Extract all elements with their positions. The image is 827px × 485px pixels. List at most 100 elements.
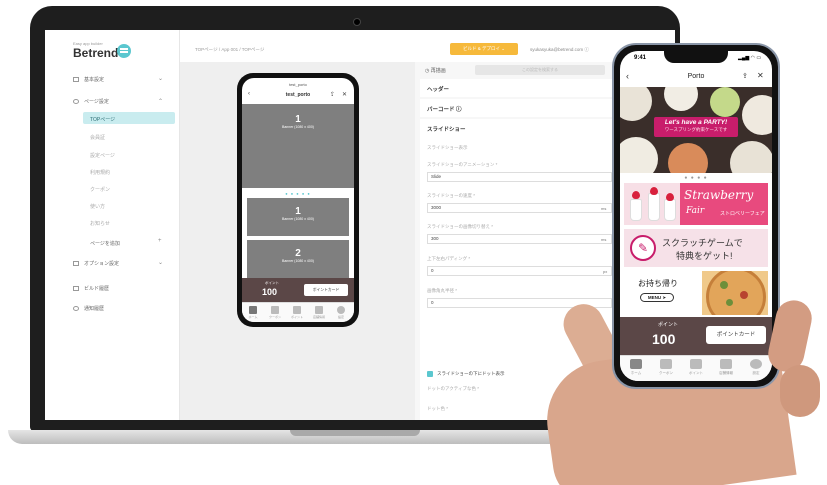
close-icon[interactable]: ✕ xyxy=(342,91,347,98)
search-input[interactable]: この設定を検索する xyxy=(475,65,605,75)
radius-label: 画像角丸半径 * xyxy=(427,288,458,293)
padding-input[interactable]: 0 xyxy=(427,266,612,276)
sidebar-item-notify-history[interactable]: 通知履歴 xyxy=(73,305,104,312)
chevron-down-icon[interactable]: ⌄ xyxy=(158,75,163,82)
header-card[interactable] xyxy=(420,79,620,97)
sidebar-sub-member-card[interactable]: 会員証 xyxy=(90,134,105,141)
tab-point[interactable]: ポイント xyxy=(682,359,710,376)
sidebar-sub-settings-page[interactable]: 設定ページ xyxy=(90,152,115,159)
store-icon xyxy=(720,359,732,369)
share-icon[interactable]: ⇪ xyxy=(742,72,748,80)
tab-point[interactable]: ポイント xyxy=(288,306,306,319)
slideshow-visible-label: スライドショー表示 xyxy=(427,145,468,150)
mini-phone-preview: test_porto ‹ test_porto ⇪ ✕ 1 Banner (108… xyxy=(237,73,359,327)
scratch-line-2: 特典をゲット! xyxy=(676,251,733,261)
coupon-icon xyxy=(271,306,279,314)
status-icons: ▂▄▆ ◠ ▭ xyxy=(738,55,762,61)
header-section-title[interactable]: ヘッダー xyxy=(427,85,449,93)
fair-title: Fair xyxy=(686,206,705,216)
menu-button[interactable]: MENU ➤ xyxy=(640,293,674,302)
interval-input[interactable]: 300 xyxy=(427,234,612,244)
notify-icon xyxy=(73,306,79,312)
sidebar-sub-terms[interactable]: 利用規約 xyxy=(90,169,110,176)
topping xyxy=(726,299,733,306)
slideshow-section-title: スライドショー xyxy=(427,127,466,133)
tab-home[interactable]: ホーム xyxy=(244,306,262,319)
sidebar-sub-news[interactable]: お知らせ xyxy=(90,220,110,227)
hand-finger xyxy=(780,365,820,417)
coupon-icon xyxy=(660,359,672,369)
logo[interactable]: Betrend xyxy=(73,46,118,60)
tab-store[interactable]: 店舗情報 xyxy=(310,306,328,319)
breadcrumb[interactable]: TOPページ / App 001 / TOPページ xyxy=(195,47,264,53)
smartphone-screen: 9:41 ▂▄▆ ◠ ▭ ‹ Porto ⇪ ✕ Let's have a PA… xyxy=(620,51,772,381)
build-deploy-button[interactable]: ビルド & デプロイ ⌄ xyxy=(450,43,518,55)
gear-icon xyxy=(337,306,345,314)
scratch-game-banner[interactable]: ✎ スクラッチゲームで 特典をゲット! xyxy=(624,229,768,267)
pizza-icon xyxy=(706,271,766,315)
banner-slide[interactable]: 1 Banner (1080 x 400) xyxy=(242,104,354,188)
tab-coupon[interactable]: クーポン xyxy=(266,306,284,319)
home-icon xyxy=(630,359,642,369)
add-icon[interactable]: + xyxy=(158,238,162,244)
chevron-up-icon[interactable]: ⌃ xyxy=(158,98,163,105)
strawberry-fair-banner[interactable]: Strawberry Fair ストロベリーフェア xyxy=(624,183,768,225)
sidebar-sub-top-page[interactable]: TOPページ xyxy=(90,116,115,123)
chevron-down-icon[interactable]: ⌄ xyxy=(158,259,163,266)
sidebar-sub-howto[interactable]: 使い方 xyxy=(90,203,105,210)
tab-coupon[interactable]: クーポン xyxy=(652,359,680,376)
dessert-cup xyxy=(630,199,642,221)
gear-icon xyxy=(750,359,762,369)
point-card-button[interactable]: ポイントカード xyxy=(706,326,766,344)
mini-tab-bar: ホーム クーポン ポイント 店舗情報 設定 xyxy=(242,302,354,322)
close-icon[interactable]: ✕ xyxy=(757,71,764,80)
redraw-button[interactable]: ◷ 再描画 xyxy=(425,67,446,74)
food-plate xyxy=(742,95,772,135)
barcode-section-title[interactable]: バーコード ⓘ xyxy=(427,105,462,113)
share-icon[interactable]: ⇪ xyxy=(330,91,335,98)
sidebar-item-page-settings[interactable]: ページ設定 xyxy=(73,98,109,105)
tab-settings[interactable]: 設定 xyxy=(332,306,350,319)
tab-home[interactable]: ホーム xyxy=(622,359,650,376)
topping xyxy=(740,291,748,299)
status-time: 9:41 xyxy=(634,55,647,61)
scene: Easy app builder Betrend 基本設定 ⌄ ページ設定 ⌃ … xyxy=(0,0,827,485)
dot-checkbox[interactable] xyxy=(427,371,433,377)
sidebar-sub-coupon[interactable]: クーポン xyxy=(90,186,110,193)
point-bar: ポイント 100 ポイントカード xyxy=(242,278,354,302)
point-value: 100 xyxy=(262,287,278,297)
food-plate xyxy=(730,141,772,173)
strawberry-icon xyxy=(632,191,640,199)
animation-select[interactable]: Slide xyxy=(427,172,612,182)
banner-item[interactable]: 2 Banner (1080 x 400) xyxy=(247,240,349,278)
banner-item[interactable]: 1 Banner (1080 x 400) xyxy=(247,198,349,236)
slide-dots[interactable]: ● ● ● ● ● xyxy=(242,191,354,196)
point-value: 100 xyxy=(652,331,676,347)
sidebar-item-basic-settings[interactable]: 基本設定 xyxy=(73,76,104,83)
store-icon xyxy=(315,306,323,314)
point-card-button[interactable]: ポイントカード xyxy=(304,284,348,296)
padding-unit: px xyxy=(603,269,608,274)
animation-label: スライドショーのアニメーション * xyxy=(427,162,498,167)
camera-icon xyxy=(353,18,361,26)
hero-slide[interactable]: Let's have a PARTY! ワースプリング約束ケースです xyxy=(620,87,772,173)
dot-color-label: ドット色 * xyxy=(427,406,449,411)
strawberry-icon xyxy=(650,187,658,195)
smartphone: 9:41 ▂▄▆ ◠ ▭ ‹ Porto ⇪ ✕ Let's have a PA… xyxy=(612,43,780,389)
interval-label: スライドショーの画像切り替え * xyxy=(427,224,494,229)
admin-sidebar: Easy app builder Betrend 基本設定 ⌄ ページ設定 ⌃ … xyxy=(45,30,180,420)
party-banner: Let's have a PARTY! ワースプリング約束ケースです xyxy=(654,117,738,137)
dessert-image xyxy=(624,183,680,225)
tab-store[interactable]: 店舗情報 xyxy=(712,359,740,376)
build-icon xyxy=(73,286,79,292)
sidebar-item-build-history[interactable]: ビルド履歴 xyxy=(73,285,109,292)
food-plate xyxy=(664,87,698,111)
takeout-banner[interactable]: お持ち帰り MENU ➤ xyxy=(624,271,768,315)
sidebar-item-option-settings[interactable]: オプション設定 xyxy=(73,260,119,267)
slide-dots[interactable]: ● ● ● ● xyxy=(620,175,772,181)
food-plate xyxy=(668,143,708,173)
account-email[interactable]: syukasyuka@betrend.com ⓘ xyxy=(530,47,589,53)
speed-input[interactable]: 3000 xyxy=(427,203,612,213)
add-page-link[interactable]: ページを追加 xyxy=(90,240,120,247)
tab-settings[interactable]: 設定 xyxy=(742,359,770,376)
